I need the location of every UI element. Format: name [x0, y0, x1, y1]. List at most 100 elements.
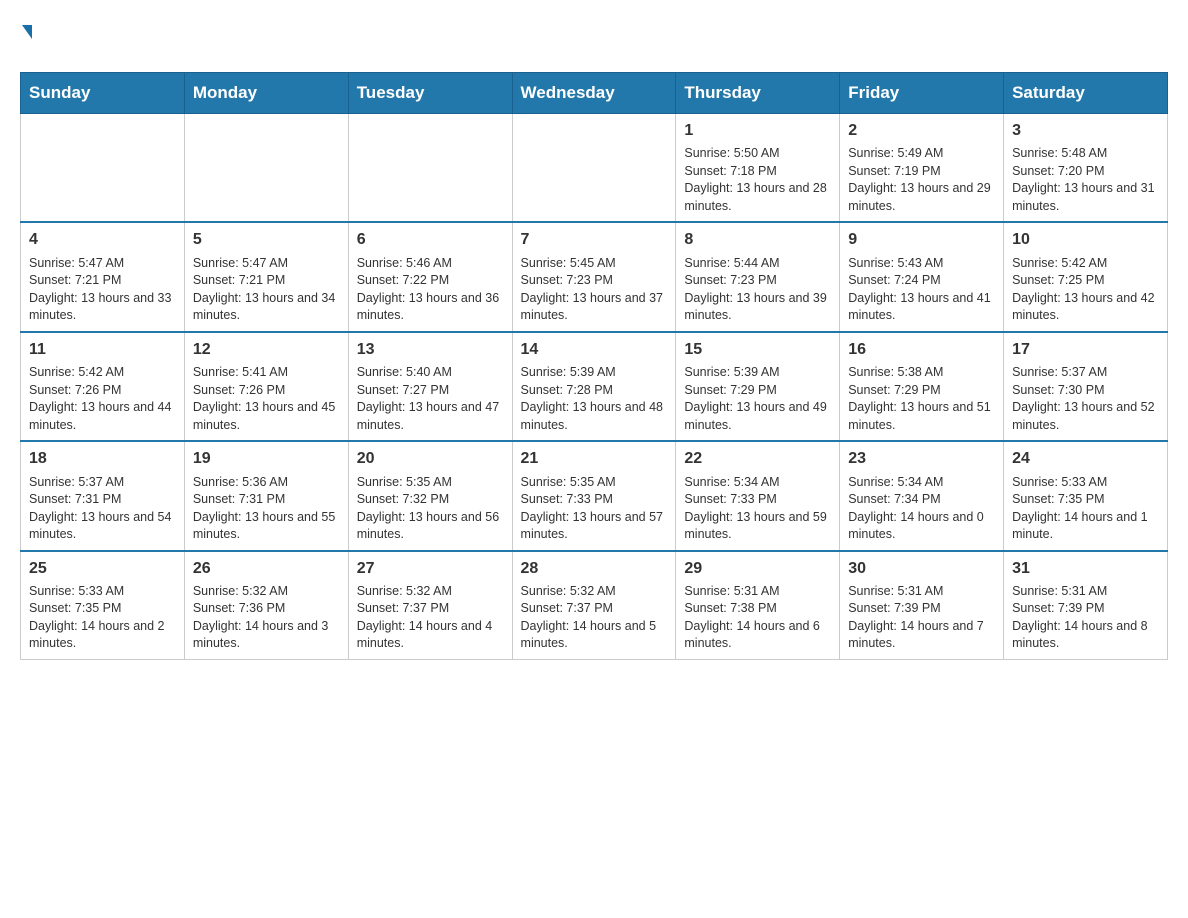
calendar-day-cell: 31 Sunrise: 5:31 AMSunset: 7:39 PMDayligh… [1004, 551, 1168, 660]
day-number: 4 [29, 229, 176, 251]
day-number: 11 [29, 339, 176, 361]
day-number: 1 [684, 120, 831, 142]
day-number: 22 [684, 448, 831, 470]
day-info: Sunrise: 5:39 AMSunset: 7:29 PMDaylight:… [684, 364, 831, 434]
calendar-day-cell: 4 Sunrise: 5:47 AMSunset: 7:21 PMDaylight… [21, 222, 185, 331]
calendar-day-cell: 11 Sunrise: 5:42 AMSunset: 7:26 PMDayligh… [21, 332, 185, 441]
day-info: Sunrise: 5:33 AMSunset: 7:35 PMDaylight:… [29, 583, 176, 653]
calendar-day-cell: 5 Sunrise: 5:47 AMSunset: 7:21 PMDaylight… [184, 222, 348, 331]
day-number: 8 [684, 229, 831, 251]
day-number: 15 [684, 339, 831, 361]
logo [20, 20, 32, 52]
calendar-day-cell: 27 Sunrise: 5:32 AMSunset: 7:37 PMDayligh… [348, 551, 512, 660]
day-of-week-header: Friday [840, 73, 1004, 114]
day-number: 10 [1012, 229, 1159, 251]
day-number: 7 [521, 229, 668, 251]
day-number: 23 [848, 448, 995, 470]
day-number: 24 [1012, 448, 1159, 470]
day-info: Sunrise: 5:50 AMSunset: 7:18 PMDaylight:… [684, 145, 831, 215]
day-info: Sunrise: 5:37 AMSunset: 7:31 PMDaylight:… [29, 474, 176, 544]
calendar-day-cell: 25 Sunrise: 5:33 AMSunset: 7:35 PMDayligh… [21, 551, 185, 660]
calendar-day-cell: 9 Sunrise: 5:43 AMSunset: 7:24 PMDaylight… [840, 222, 1004, 331]
calendar-week-row: 11 Sunrise: 5:42 AMSunset: 7:26 PMDayligh… [21, 332, 1168, 441]
day-of-week-header: Wednesday [512, 73, 676, 114]
day-info: Sunrise: 5:31 AMSunset: 7:39 PMDaylight:… [848, 583, 995, 653]
calendar-day-cell: 8Sunrise: 5:44 AMSunset: 7:23 PMDaylight… [676, 222, 840, 331]
calendar-day-cell: 28 Sunrise: 5:32 AMSunset: 7:37 PMDayligh… [512, 551, 676, 660]
calendar-day-cell: 18Sunrise: 5:37 AMSunset: 7:31 PMDayligh… [21, 441, 185, 550]
calendar-day-cell: 19 Sunrise: 5:36 AMSunset: 7:31 PMDayligh… [184, 441, 348, 550]
day-number: 2 [848, 120, 995, 142]
calendar-day-cell: 20 Sunrise: 5:35 AMSunset: 7:32 PMDayligh… [348, 441, 512, 550]
calendar-day-cell: 21 Sunrise: 5:35 AMSunset: 7:33 PMDayligh… [512, 441, 676, 550]
calendar-day-cell: 15 Sunrise: 5:39 AMSunset: 7:29 PMDayligh… [676, 332, 840, 441]
calendar-week-row: 4 Sunrise: 5:47 AMSunset: 7:21 PMDaylight… [21, 222, 1168, 331]
calendar-table: SundayMondayTuesdayWednesdayThursdayFrid… [20, 72, 1168, 660]
day-number: 20 [357, 448, 504, 470]
calendar-day-cell: 1 Sunrise: 5:50 AMSunset: 7:18 PMDaylight… [676, 114, 840, 223]
calendar-day-cell: 3 Sunrise: 5:48 AMSunset: 7:20 PMDaylight… [1004, 114, 1168, 223]
calendar-day-cell: 7 Sunrise: 5:45 AMSunset: 7:23 PMDaylight… [512, 222, 676, 331]
day-number: 28 [521, 558, 668, 580]
day-info: Sunrise: 5:36 AMSunset: 7:31 PMDaylight:… [193, 474, 340, 544]
day-info: Sunrise: 5:35 AMSunset: 7:32 PMDaylight:… [357, 474, 504, 544]
day-info: Sunrise: 5:47 AMSunset: 7:21 PMDaylight:… [193, 255, 340, 325]
calendar-day-cell: 12 Sunrise: 5:41 AMSunset: 7:26 PMDayligh… [184, 332, 348, 441]
day-of-week-header: Monday [184, 73, 348, 114]
day-number: 26 [193, 558, 340, 580]
day-of-week-header: Tuesday [348, 73, 512, 114]
day-info: Sunrise: 5:35 AMSunset: 7:33 PMDaylight:… [521, 474, 668, 544]
day-info: Sunrise: 5:45 AMSunset: 7:23 PMDaylight:… [521, 255, 668, 325]
calendar-week-row: 18Sunrise: 5:37 AMSunset: 7:31 PMDayligh… [21, 441, 1168, 550]
day-info: Sunrise: 5:42 AMSunset: 7:26 PMDaylight:… [29, 364, 176, 434]
day-info: Sunrise: 5:39 AMSunset: 7:28 PMDaylight:… [521, 364, 668, 434]
day-info: Sunrise: 5:43 AMSunset: 7:24 PMDaylight:… [848, 255, 995, 325]
calendar-day-cell: 24 Sunrise: 5:33 AMSunset: 7:35 PMDayligh… [1004, 441, 1168, 550]
day-number: 16 [848, 339, 995, 361]
calendar-day-cell: 17Sunrise: 5:37 AMSunset: 7:30 PMDayligh… [1004, 332, 1168, 441]
calendar-day-cell: 16Sunrise: 5:38 AMSunset: 7:29 PMDayligh… [840, 332, 1004, 441]
day-info: Sunrise: 5:32 AMSunset: 7:37 PMDaylight:… [521, 583, 668, 653]
calendar-day-cell: 26 Sunrise: 5:32 AMSunset: 7:36 PMDayligh… [184, 551, 348, 660]
calendar-day-cell: 23 Sunrise: 5:34 AMSunset: 7:34 PMDayligh… [840, 441, 1004, 550]
calendar-day-cell: 30 Sunrise: 5:31 AMSunset: 7:39 PMDayligh… [840, 551, 1004, 660]
day-number: 3 [1012, 120, 1159, 142]
day-info: Sunrise: 5:33 AMSunset: 7:35 PMDaylight:… [1012, 474, 1159, 544]
day-info: Sunrise: 5:47 AMSunset: 7:21 PMDaylight:… [29, 255, 176, 325]
day-number: 13 [357, 339, 504, 361]
day-info: Sunrise: 5:49 AMSunset: 7:19 PMDaylight:… [848, 145, 995, 215]
day-number: 30 [848, 558, 995, 580]
day-number: 29 [684, 558, 831, 580]
calendar-day-cell: 22Sunrise: 5:34 AMSunset: 7:33 PMDayligh… [676, 441, 840, 550]
logo-text [20, 20, 32, 52]
day-of-week-header: Thursday [676, 73, 840, 114]
day-number: 31 [1012, 558, 1159, 580]
day-info: Sunrise: 5:31 AMSunset: 7:39 PMDaylight:… [1012, 583, 1159, 653]
calendar-day-cell: 6Sunrise: 5:46 AMSunset: 7:22 PMDaylight… [348, 222, 512, 331]
day-of-week-header: Saturday [1004, 73, 1168, 114]
day-number: 12 [193, 339, 340, 361]
calendar-day-cell: 29Sunrise: 5:31 AMSunset: 7:38 PMDayligh… [676, 551, 840, 660]
day-info: Sunrise: 5:42 AMSunset: 7:25 PMDaylight:… [1012, 255, 1159, 325]
calendar-day-cell: 14 Sunrise: 5:39 AMSunset: 7:28 PMDayligh… [512, 332, 676, 441]
day-number: 27 [357, 558, 504, 580]
calendar-day-cell: 13 Sunrise: 5:40 AMSunset: 7:27 PMDayligh… [348, 332, 512, 441]
day-info: Sunrise: 5:40 AMSunset: 7:27 PMDaylight:… [357, 364, 504, 434]
day-info: Sunrise: 5:34 AMSunset: 7:34 PMDaylight:… [848, 474, 995, 544]
calendar-week-row: 1 Sunrise: 5:50 AMSunset: 7:18 PMDaylight… [21, 114, 1168, 223]
day-info: Sunrise: 5:48 AMSunset: 7:20 PMDaylight:… [1012, 145, 1159, 215]
day-info: Sunrise: 5:32 AMSunset: 7:37 PMDaylight:… [357, 583, 504, 653]
day-number: 21 [521, 448, 668, 470]
day-number: 5 [193, 229, 340, 251]
day-of-week-header: Sunday [21, 73, 185, 114]
calendar-day-cell: 10 Sunrise: 5:42 AMSunset: 7:25 PMDayligh… [1004, 222, 1168, 331]
day-number: 25 [29, 558, 176, 580]
day-number: 9 [848, 229, 995, 251]
day-info: Sunrise: 5:41 AMSunset: 7:26 PMDaylight:… [193, 364, 340, 434]
day-number: 19 [193, 448, 340, 470]
day-number: 14 [521, 339, 668, 361]
calendar-day-cell: 2 Sunrise: 5:49 AMSunset: 7:19 PMDaylight… [840, 114, 1004, 223]
day-info: Sunrise: 5:37 AMSunset: 7:30 PMDaylight:… [1012, 364, 1159, 434]
day-info: Sunrise: 5:32 AMSunset: 7:36 PMDaylight:… [193, 583, 340, 653]
calendar-header-row: SundayMondayTuesdayWednesdayThursdayFrid… [21, 73, 1168, 114]
